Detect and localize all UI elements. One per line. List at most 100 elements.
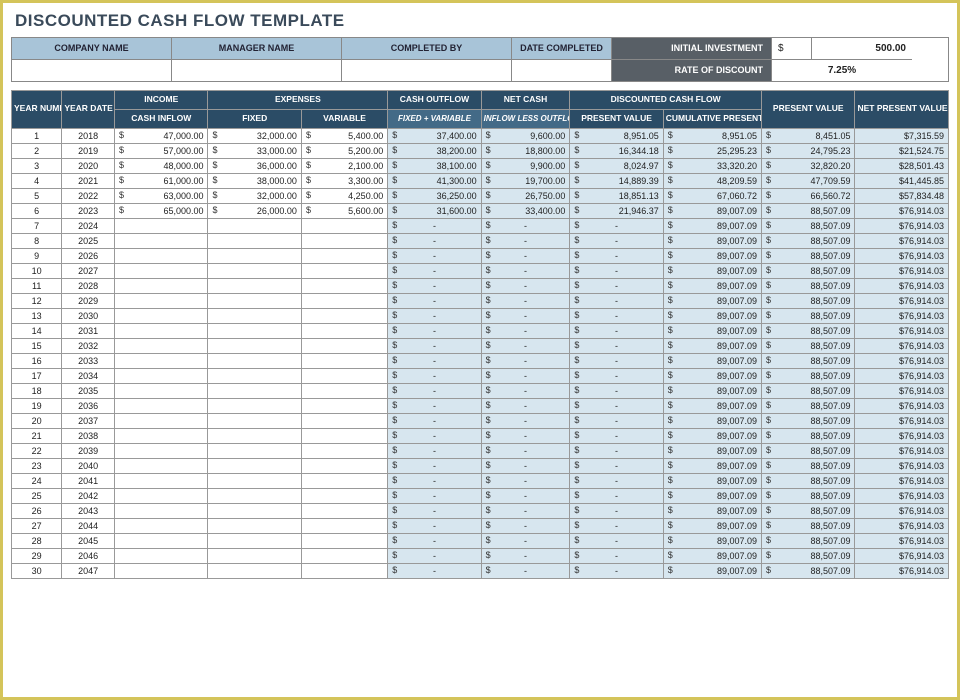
cell[interactable]: $63,000.00 <box>115 188 208 203</box>
cell[interactable] <box>301 413 387 428</box>
cell[interactable]: $4,250.00 <box>301 188 387 203</box>
cell[interactable] <box>115 323 208 338</box>
cell[interactable] <box>208 398 301 413</box>
date-completed-input[interactable] <box>512 59 612 81</box>
cell[interactable]: $48,000.00 <box>115 158 208 173</box>
cell[interactable]: $57,000.00 <box>115 143 208 158</box>
cell[interactable] <box>208 368 301 383</box>
cell-year-date[interactable]: 2031 <box>62 323 115 338</box>
cell[interactable] <box>115 383 208 398</box>
cell[interactable]: $2,100.00 <box>301 158 387 173</box>
cell[interactable] <box>115 473 208 488</box>
cell[interactable] <box>301 248 387 263</box>
cell[interactable]: $61,000.00 <box>115 173 208 188</box>
cell[interactable]: $5,200.00 <box>301 143 387 158</box>
cell[interactable] <box>115 458 208 473</box>
cell-year-date[interactable]: 2026 <box>62 248 115 263</box>
cell[interactable] <box>115 263 208 278</box>
cell-year-date[interactable]: 2046 <box>62 548 115 563</box>
cell[interactable] <box>115 278 208 293</box>
cell[interactable] <box>115 248 208 263</box>
cell[interactable] <box>301 563 387 578</box>
cell[interactable] <box>115 518 208 533</box>
initial-investment-value[interactable]: 500.00 <box>812 38 912 59</box>
cell[interactable]: $26,000.00 <box>208 203 301 218</box>
rate-of-discount-value[interactable]: 7.25% <box>772 59 912 81</box>
cell[interactable] <box>301 218 387 233</box>
cell-year-date[interactable]: 2044 <box>62 518 115 533</box>
cell[interactable] <box>208 233 301 248</box>
cell[interactable] <box>301 263 387 278</box>
cell[interactable] <box>208 548 301 563</box>
cell-year-date[interactable]: 2021 <box>62 173 115 188</box>
cell-year-date[interactable]: 2018 <box>62 128 115 143</box>
cell-year-date[interactable]: 2038 <box>62 428 115 443</box>
cell[interactable] <box>301 473 387 488</box>
cell[interactable] <box>301 548 387 563</box>
cell-year-date[interactable]: 2036 <box>62 398 115 413</box>
cell[interactable] <box>301 233 387 248</box>
cell[interactable] <box>208 533 301 548</box>
cell[interactable] <box>115 398 208 413</box>
cell[interactable] <box>115 533 208 548</box>
cell[interactable] <box>115 443 208 458</box>
cell-year-date[interactable]: 2041 <box>62 473 115 488</box>
cell[interactable] <box>301 533 387 548</box>
cell[interactable] <box>115 353 208 368</box>
cell[interactable] <box>208 473 301 488</box>
cell-year-date[interactable]: 2035 <box>62 383 115 398</box>
cell[interactable] <box>301 398 387 413</box>
cell[interactable] <box>208 443 301 458</box>
cell[interactable] <box>208 428 301 443</box>
cell-year-date[interactable]: 2023 <box>62 203 115 218</box>
cell[interactable] <box>301 443 387 458</box>
cell[interactable]: $38,000.00 <box>208 173 301 188</box>
cell-year-date[interactable]: 2024 <box>62 218 115 233</box>
cell[interactable] <box>115 338 208 353</box>
cell-year-date[interactable]: 2019 <box>62 143 115 158</box>
cell[interactable]: $5,400.00 <box>301 128 387 143</box>
cell[interactable] <box>115 488 208 503</box>
cell[interactable]: $32,000.00 <box>208 188 301 203</box>
cell[interactable] <box>208 503 301 518</box>
cell-year-date[interactable]: 2042 <box>62 488 115 503</box>
cell-year-date[interactable]: 2043 <box>62 503 115 518</box>
cell-year-date[interactable]: 2032 <box>62 338 115 353</box>
cell-year-date[interactable]: 2047 <box>62 563 115 578</box>
cell[interactable]: $65,000.00 <box>115 203 208 218</box>
cell[interactable] <box>115 233 208 248</box>
cell[interactable] <box>208 293 301 308</box>
cell[interactable]: $3,300.00 <box>301 173 387 188</box>
cell[interactable] <box>301 293 387 308</box>
cell[interactable] <box>301 323 387 338</box>
cell[interactable] <box>301 278 387 293</box>
cell[interactable] <box>301 428 387 443</box>
cell[interactable] <box>208 563 301 578</box>
cell-year-date[interactable]: 2028 <box>62 278 115 293</box>
cell[interactable] <box>301 503 387 518</box>
cell-year-date[interactable]: 2045 <box>62 533 115 548</box>
cell[interactable]: $5,600.00 <box>301 203 387 218</box>
cell-year-date[interactable]: 2034 <box>62 368 115 383</box>
cell-year-date[interactable]: 2040 <box>62 458 115 473</box>
cell-year-date[interactable]: 2033 <box>62 353 115 368</box>
cell[interactable] <box>208 308 301 323</box>
cell[interactable] <box>301 383 387 398</box>
cell[interactable] <box>115 293 208 308</box>
cell[interactable] <box>301 338 387 353</box>
cell[interactable]: $33,000.00 <box>208 143 301 158</box>
cell[interactable] <box>301 308 387 323</box>
initial-investment-currency[interactable]: $ <box>772 38 812 59</box>
cell[interactable]: $47,000.00 <box>115 128 208 143</box>
cell[interactable] <box>115 503 208 518</box>
cell[interactable] <box>208 353 301 368</box>
cell[interactable]: $32,000.00 <box>208 128 301 143</box>
cell-year-date[interactable]: 2020 <box>62 158 115 173</box>
cell[interactable] <box>208 218 301 233</box>
cell[interactable] <box>208 248 301 263</box>
cell[interactable]: $36,000.00 <box>208 158 301 173</box>
cell-year-date[interactable]: 2025 <box>62 233 115 248</box>
cell[interactable] <box>301 458 387 473</box>
cell[interactable] <box>208 338 301 353</box>
cell-year-date[interactable]: 2030 <box>62 308 115 323</box>
